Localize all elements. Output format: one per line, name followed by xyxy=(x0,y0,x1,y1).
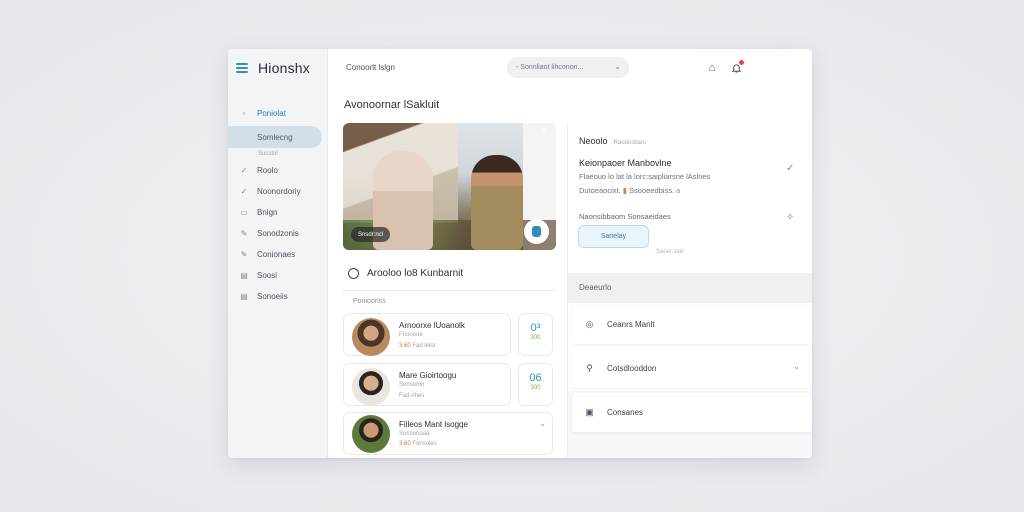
list-item[interactable]: Arnoorxe lUoanolk Fnooooe 3.60 Fad lelor xyxy=(343,313,511,356)
chevron-down-icon[interactable]: ⌄ xyxy=(539,419,546,428)
sidebar-item-soosi[interactable]: ▤ Soosi xyxy=(228,265,328,286)
sidebar-item-noonordoriy[interactable]: ✓ Noonordoriy xyxy=(228,181,328,202)
panel-card[interactable]: ◎ Ceanrs Manlt xyxy=(572,305,812,344)
sidebar-item-label: Poniolat xyxy=(257,109,286,118)
top-bar: Conoorlt lslgn - Sonnliaot lihconon... ⌄… xyxy=(328,49,812,87)
box-icon: ▣ xyxy=(585,407,594,417)
square-icon: ▭ xyxy=(240,208,248,217)
app-window: Hionshx ▫ Poniolat Somlecng Sucstol ✓ Ro… xyxy=(228,49,812,458)
logo-row: Hionshx xyxy=(236,60,310,76)
section-band: Deaeurlo xyxy=(568,273,812,303)
sidebar: Hionshx ▫ Poniolat Somlecng Sucstol ✓ Ro… xyxy=(228,49,328,458)
details-panel: Neoolo Raodosbars Keionpaoer Manbovlne Fl… xyxy=(567,123,812,458)
check-icon: ✓ xyxy=(240,166,248,175)
close-icon[interactable]: ✕ xyxy=(541,127,547,135)
hamburger-icon[interactable] xyxy=(236,63,248,73)
section-title: Arooloo lo8 Kunbarnit xyxy=(348,268,463,279)
select-value: - Sonnliaot lihconon... xyxy=(516,64,584,71)
notification-dot xyxy=(739,60,744,65)
circle-icon: ◎ xyxy=(585,319,594,329)
button-caption: Saoer.saiir xyxy=(656,249,685,255)
sidebar-subitem[interactable]: Sucstol xyxy=(228,148,328,160)
badge-icon[interactable]: ✧ xyxy=(786,212,794,223)
list-item[interactable]: Mare Gioirtoogu Sonsomn Fad-nhes xyxy=(343,363,511,406)
stat-card[interactable]: 06 300 xyxy=(518,363,553,406)
chevron-down-icon: ⌄ xyxy=(793,362,800,371)
pin-icon: ⚲ xyxy=(586,363,593,373)
section-subtitle: Poniooriss xyxy=(353,298,386,305)
app-logo: Hionshx xyxy=(258,60,310,76)
panel-title: Keionpaoer Manbovlne xyxy=(579,158,672,168)
sidebar-item-sonoeiis[interactable]: ▤ Sonoeiis xyxy=(228,286,328,307)
check-icon[interactable]: ✓ xyxy=(786,163,794,174)
sidebar-item-conionaes[interactable]: ✎ Conionaes xyxy=(228,244,328,265)
check-icon: ✓ xyxy=(240,187,248,196)
home-icon[interactable]: ⌂ xyxy=(704,60,720,76)
divider xyxy=(343,290,556,291)
pen-icon: ✎ xyxy=(240,250,248,259)
chevron-down-icon: ⌄ xyxy=(614,62,621,71)
sidebar-item-sonodzonis[interactable]: ✎ Sonodzonis xyxy=(228,223,328,244)
sidebar-item-label: Roolo xyxy=(257,166,278,175)
panel-card[interactable]: ▣ Consanes xyxy=(572,393,812,432)
avatar xyxy=(352,318,390,356)
sidebar-item-label: Somlecng xyxy=(257,132,293,142)
panel-label: Naonsibbaom Sonsaeidaes xyxy=(579,212,671,221)
sidebar-item-label: Soosi xyxy=(257,271,278,280)
sidebar-item-roolo[interactable]: ✓ Roolo xyxy=(228,160,328,181)
sidebar-item-somlecng[interactable]: Somlecng xyxy=(228,126,322,148)
doc-icon: ▤ xyxy=(240,271,248,280)
bell-icon[interactable] xyxy=(728,60,744,76)
circle-icon xyxy=(348,268,359,279)
sidebar-item-label: Noonordoriy xyxy=(257,187,301,196)
panel-text: Dutoeaocixt. ▮ Ssooeedbiss. a xyxy=(579,186,681,195)
pen-icon: ✎ xyxy=(240,229,248,238)
primary-button[interactable]: Sanelay xyxy=(578,225,649,248)
grid-icon: ▫ xyxy=(242,109,246,118)
sidebar-item-label: Sonodzonis xyxy=(257,229,299,238)
stat-card[interactable]: 0³ 300 xyxy=(518,313,553,356)
sidebar-item-bnign[interactable]: ▭ Bnign xyxy=(228,202,328,223)
hero-image[interactable]: ✕ Snsdr:ncl xyxy=(343,123,556,250)
play-icon[interactable] xyxy=(524,219,549,244)
panel-header: Neoolo Raodosbars xyxy=(579,136,646,146)
list-icon: ▤ xyxy=(240,292,248,301)
avatar xyxy=(352,415,390,453)
breadcrumb[interactable]: Conoorlt lslgn xyxy=(346,63,395,72)
sidebar-item-label: Conionaes xyxy=(257,250,296,259)
avatar xyxy=(352,368,390,406)
sidebar-item-poniolat[interactable]: ▫ Poniolat xyxy=(228,103,328,124)
page-title: Avonoornar lSakluit xyxy=(344,99,440,111)
sidebar-nav: ▫ Poniolat Somlecng Sucstol ✓ Roolo ✓ No… xyxy=(228,103,328,307)
sidebar-item-label: Sonoeiis xyxy=(257,292,288,301)
sidebar-item-label: Bnign xyxy=(257,208,278,217)
panel-card[interactable]: ⚲ Cotsdlooddon ⌄ xyxy=(572,349,812,388)
scope-select[interactable]: - Sonnliaot lihconon... ⌄ xyxy=(507,57,629,78)
list-item[interactable]: Filleos Mant lsogqe Socoonoaa 3.60 Fonso… xyxy=(343,412,553,455)
panel-text: Flaeouo lo lat la lorc:saipliarsne lAsln… xyxy=(579,172,711,181)
hero-badge: Snsdr:ncl xyxy=(351,227,391,242)
